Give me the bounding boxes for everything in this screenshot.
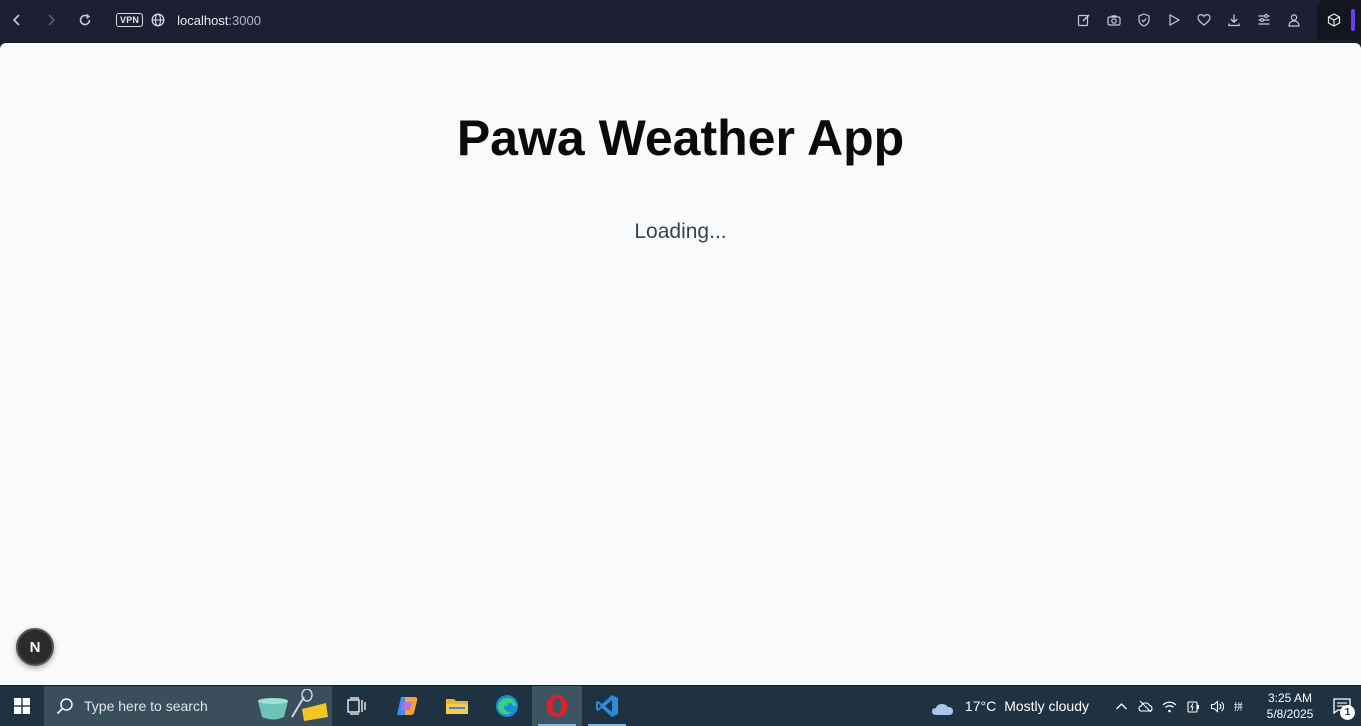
- edge-icon: [496, 695, 518, 717]
- search-highlight-illustration: [258, 689, 328, 721]
- opera-button[interactable]: [532, 686, 582, 726]
- favorites-button[interactable]: [1189, 5, 1219, 35]
- file-explorer-button[interactable]: [432, 686, 482, 726]
- address-bar[interactable]: localhost:3000: [177, 13, 261, 28]
- camera-icon: [1107, 15, 1121, 26]
- snapshot-button[interactable]: [1099, 5, 1129, 35]
- task-view-button[interactable]: [332, 686, 382, 726]
- weather-condition: Mostly cloudy: [1004, 698, 1089, 714]
- forward-button[interactable]: [34, 3, 68, 37]
- cloud-offline-icon: [1137, 700, 1153, 712]
- battery-charging-icon: [1186, 700, 1199, 713]
- sidebar-accent-bar: [1351, 9, 1355, 31]
- taskbar-search-box[interactable]: Type here to search: [44, 686, 332, 726]
- url-port: :3000: [228, 12, 261, 28]
- profile-icon: [1288, 14, 1300, 27]
- edit-icon: [1077, 14, 1090, 27]
- easy-setup-button[interactable]: [1249, 5, 1279, 35]
- shield-button[interactable]: [1129, 5, 1159, 35]
- start-button[interactable]: [0, 686, 44, 726]
- battery-button[interactable]: [1181, 686, 1205, 726]
- edge-button[interactable]: [482, 686, 532, 726]
- search-placeholder: Type here to search: [84, 698, 208, 714]
- tray-icons: 拼: [1109, 686, 1253, 726]
- notification-center-button[interactable]: 1: [1323, 686, 1361, 726]
- notification-count-badge: 1: [1340, 705, 1355, 720]
- show-hidden-icons-button[interactable]: [1109, 686, 1133, 726]
- network-button[interactable]: [1157, 686, 1181, 726]
- nextjs-logo-letter: N: [29, 638, 41, 656]
- weather-widget[interactable]: 17°C Mostly cloudy: [931, 695, 1089, 717]
- download-icon: [1228, 14, 1240, 27]
- volume-button[interactable]: [1205, 686, 1229, 726]
- system-tray: 17°C Mostly cloudy 拼 3:25 AM 5/8/2025 1: [931, 686, 1361, 726]
- partly-cloudy-night-icon: [931, 697, 953, 715]
- page-title: Pawa Weather App: [456, 110, 905, 166]
- heart-icon: [1197, 13, 1211, 26]
- back-button[interactable]: [0, 3, 34, 37]
- onedrive-button[interactable]: [1133, 686, 1157, 726]
- copilot-icon: [397, 697, 418, 715]
- speaker-icon: [1210, 699, 1224, 713]
- taskbar-clock[interactable]: 3:25 AM 5/8/2025: [1257, 690, 1323, 722]
- weather-temperature: 17°C: [964, 698, 997, 714]
- reload-button[interactable]: [68, 3, 102, 37]
- opera-icon: [546, 695, 568, 717]
- search-icon: [56, 698, 73, 715]
- menu-icon: [1258, 14, 1270, 25]
- clock-date: 5/8/2025: [1266, 707, 1314, 721]
- page-viewport: Pawa Weather App Loading... N: [0, 43, 1361, 685]
- profile-button[interactable]: [1279, 5, 1309, 35]
- vpn-badge[interactable]: VPN: [116, 13, 144, 27]
- copilot-button[interactable]: [382, 686, 432, 726]
- task-view-icon: [347, 697, 366, 715]
- url-host: localhost: [177, 12, 229, 28]
- cube-icon: [1327, 13, 1341, 27]
- shield-icon: [1138, 13, 1150, 27]
- player-button[interactable]: [1159, 5, 1189, 35]
- vscode-button[interactable]: [582, 686, 632, 726]
- nextjs-dev-badge[interactable]: N: [16, 628, 54, 666]
- vscode-icon: [596, 695, 618, 717]
- play-icon: [1169, 13, 1181, 27]
- chevron-up-icon: [1115, 702, 1127, 709]
- toolbar-actions: [1069, 0, 1309, 40]
- globe-icon: [151, 13, 165, 27]
- edit-button[interactable]: [1069, 5, 1099, 35]
- wifi-icon: [1162, 701, 1176, 712]
- extensions-area[interactable]: [1317, 0, 1361, 40]
- clock-time: 3:25 AM: [1267, 691, 1313, 705]
- downloads-button[interactable]: [1219, 5, 1249, 35]
- reload-icon: [79, 13, 91, 26]
- file-explorer-icon: [446, 699, 468, 714]
- windows-logo-icon: [14, 698, 30, 714]
- chevron-right-icon: [48, 14, 56, 26]
- input-language-button[interactable]: 拼: [1229, 686, 1253, 726]
- keyboard-language-icon: 拼: [1234, 701, 1243, 713]
- svg-text:拼: 拼: [1234, 701, 1243, 713]
- windows-taskbar: Type here to search 17°C Mostly cloudy 拼…: [0, 686, 1361, 726]
- loading-status: Loading...: [634, 220, 727, 243]
- browser-toolbar: VPN localhost:3000: [0, 0, 1361, 40]
- chevron-left-icon: [12, 14, 20, 26]
